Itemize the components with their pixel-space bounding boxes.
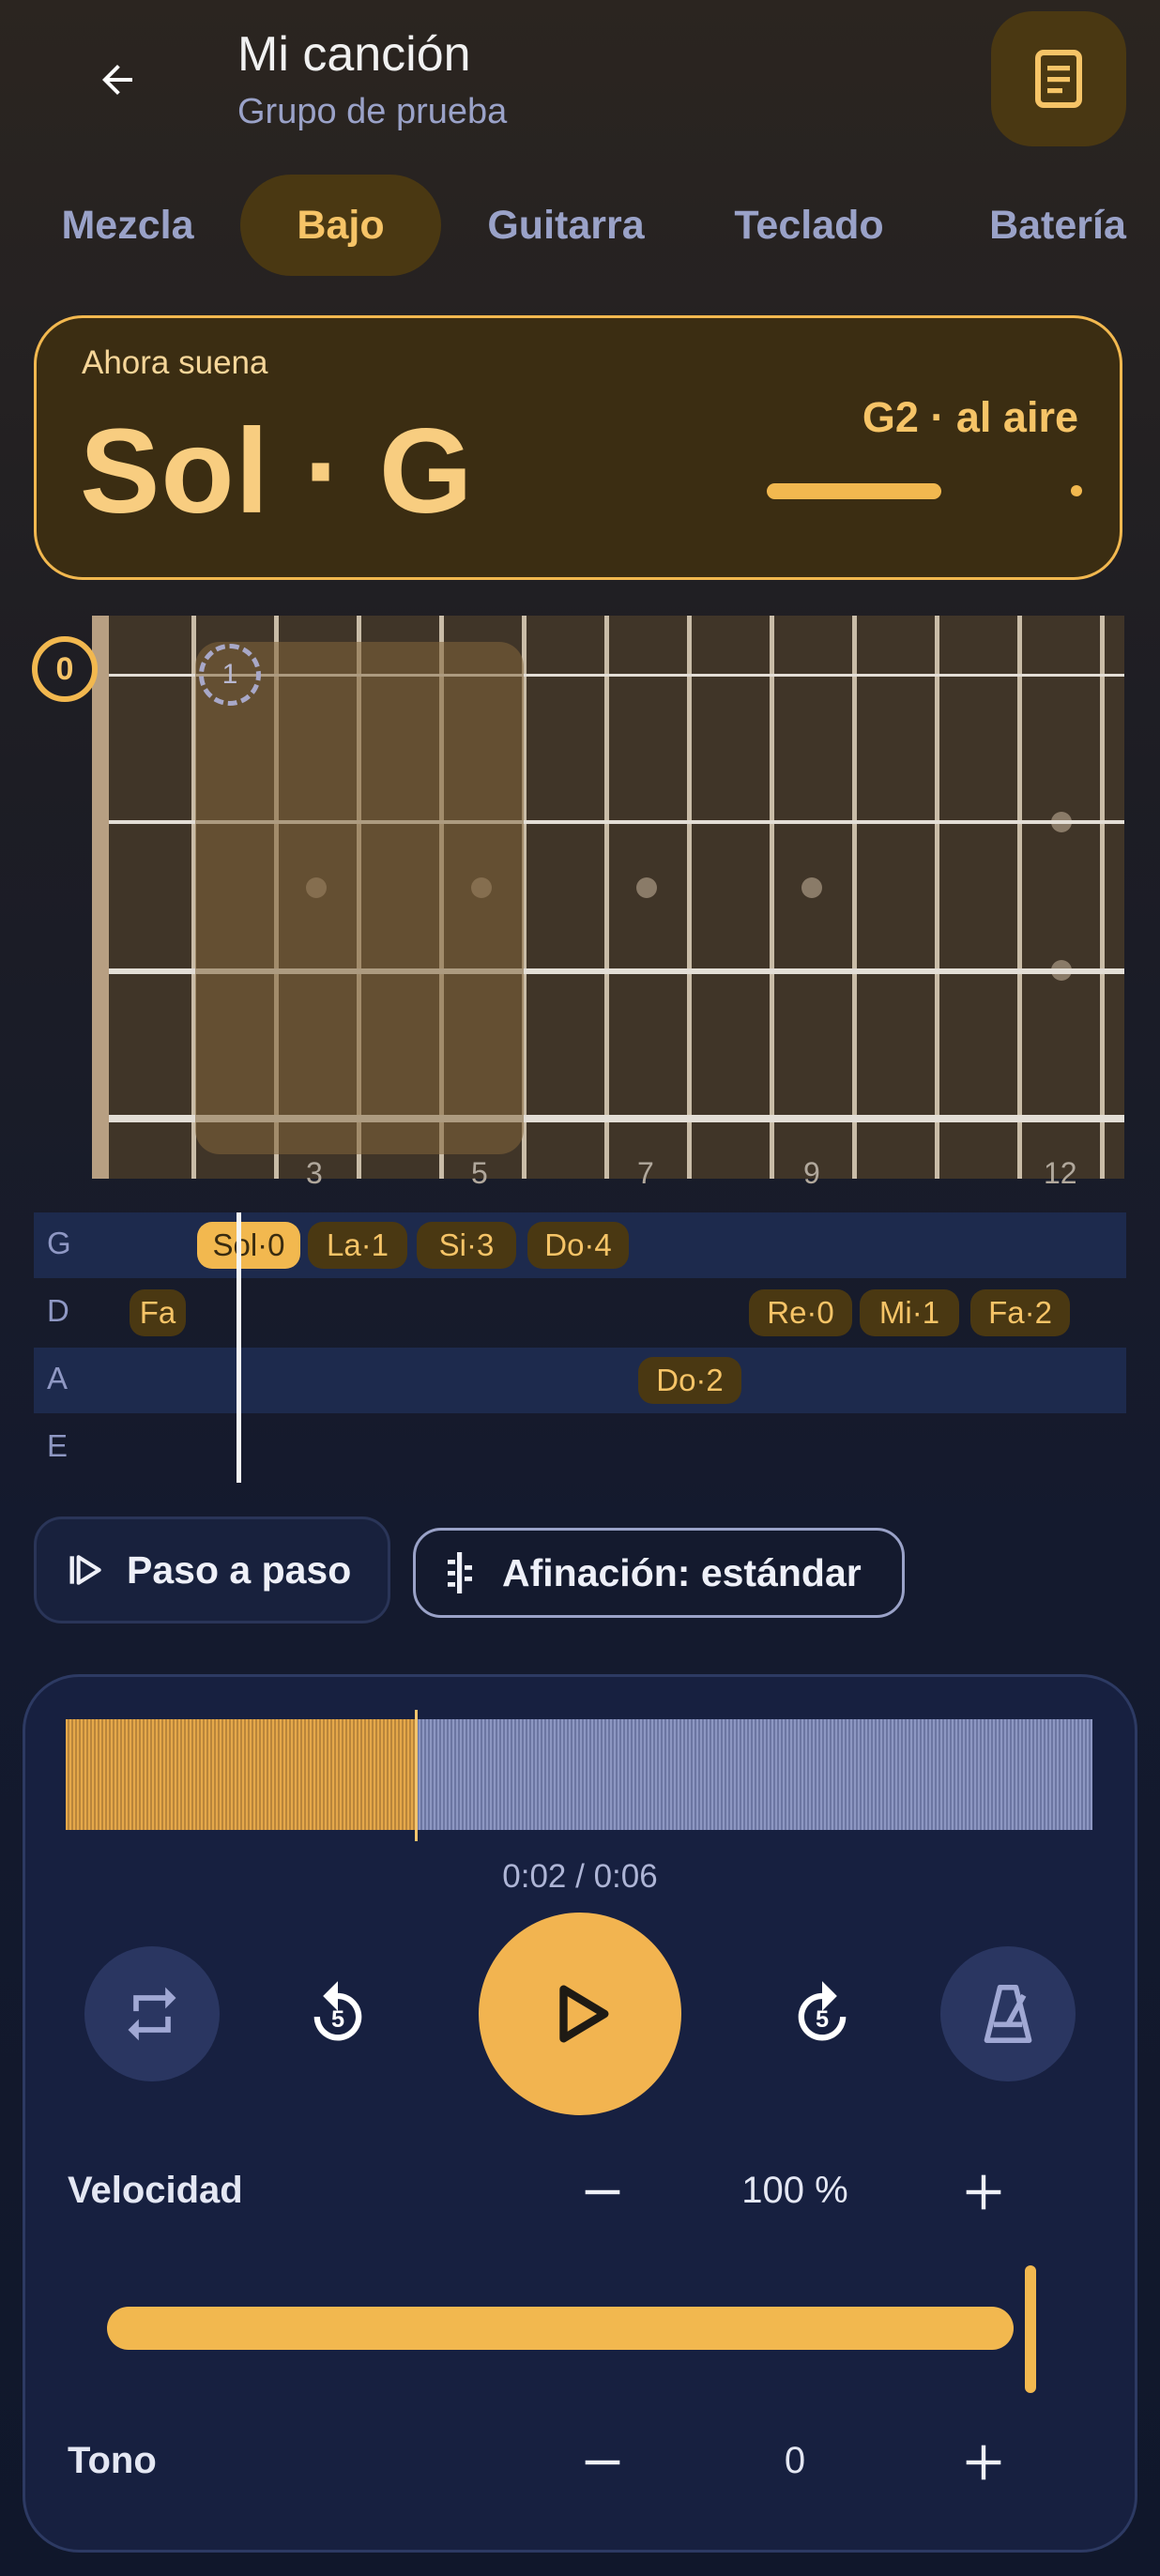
svg-text:5: 5 [331,2006,344,2033]
svg-text:5: 5 [816,2006,829,2033]
speed-value: 100 % [741,2170,848,2211]
note-chip[interactable]: Do·4 [527,1222,629,1269]
arrow-left-icon [102,65,132,95]
step-play-icon [69,1555,101,1585]
pitch-decrease-button[interactable] [565,2425,640,2500]
tab-playhead[interactable] [237,1212,241,1483]
plus-icon [966,2174,1001,2210]
pitch-label: Tono [68,2440,157,2481]
tuning-fork-icon [448,1552,472,1593]
waveform[interactable] [66,1719,1092,1830]
speed-slider-thumb[interactable] [1025,2265,1036,2393]
note-chip[interactable]: La·1 [308,1222,407,1269]
forward-5-icon: 5 [798,1981,847,2041]
fret-number: 3 [306,1156,323,1190]
fret-wire [1100,616,1105,1179]
repeat-icon [128,1987,176,2041]
waveform-played [66,1719,415,1830]
loop-button[interactable] [84,1946,220,2081]
speed-slider[interactable] [107,2307,1014,2350]
note-duration-bar [767,483,941,499]
metronome-icon [984,1984,1032,2043]
lane-string-label: A [47,1361,69,1395]
pitch-value: 0 [784,2440,806,2481]
note-chip[interactable]: Re·0 [749,1289,852,1336]
document-icon [1035,50,1082,108]
lane-string-label: E [47,1428,69,1463]
rewind-5-icon: 5 [313,1981,362,2041]
note-chip[interactable]: Do·2 [638,1357,741,1404]
now-playing-card: Ahora suena Sol · G G2 · al aire [34,315,1122,580]
note-chip[interactable]: Fa·2 [970,1289,1070,1336]
playback-time: 0:02 / 0:06 [502,1858,658,1895]
tuning-button[interactable]: Afinación: estándar [413,1528,905,1618]
current-chord: Sol · G [80,404,474,539]
sheet-button[interactable] [991,11,1126,146]
back-button[interactable] [83,45,152,114]
position-highlight [195,642,524,1154]
note-chip[interactable]: Fa [130,1289,186,1336]
next-note-marker: 1 [199,644,261,706]
now-playing-label: Ahora suena [82,344,268,381]
song-title: Mi canción [237,27,471,82]
tab-bajo[interactable]: Bajo [240,175,441,276]
fret-wire [604,616,609,1179]
instrument-tabs: Mezcla Bajo Guitarra Teclado Batería [0,175,1160,278]
fret-number: 9 [803,1156,820,1190]
speed-increase-button[interactable] [946,2155,1021,2230]
fret-wire [1017,616,1022,1179]
fret-wire [852,616,857,1179]
tab-lane-e: E [34,1415,1126,1481]
tab-lane-d: D Fa Re·0 Mi·1 Fa·2 [34,1280,1126,1346]
rewind-5-button[interactable]: 5 [293,1969,383,2059]
fret-number: 7 [637,1156,654,1190]
metronome-button[interactable] [940,1946,1076,2081]
fret-number: 12 [1044,1156,1077,1190]
waveform-remaining [415,1719,1092,1830]
tab-lane-g: G Sol·0 La·1 Si·3 Do·4 [34,1212,1126,1278]
speed-label: Velocidad [68,2170,243,2211]
fret-wire [687,616,692,1179]
fret-number: 5 [471,1156,488,1190]
lane-string-label: G [47,1226,71,1260]
note-dot [1071,485,1082,496]
step-by-step-label: Paso a paso [127,1547,352,1592]
step-by-step-button[interactable]: Paso a paso [34,1517,390,1623]
tab-bateria[interactable]: Batería [961,175,1154,276]
waveform-cursor[interactable] [415,1710,418,1841]
lane-string-label: D [47,1293,69,1328]
fret-inlay [636,877,657,898]
plus-icon [966,2445,1001,2480]
current-note: G2 · al aire [862,393,1078,441]
fret-wire [770,616,774,1179]
nut [92,616,109,1179]
tab-guitarra[interactable]: Guitarra [467,175,664,276]
tab-teclado[interactable]: Teclado [715,175,903,276]
note-chip[interactable]: Sol·0 [197,1222,300,1269]
play-button[interactable] [479,1913,681,2115]
minus-icon [585,2460,620,2465]
fret-inlay [801,877,822,898]
forward-5-button[interactable]: 5 [777,1969,867,2059]
pitch-increase-button[interactable] [946,2425,1021,2500]
speed-decrease-button[interactable] [565,2155,640,2230]
fret-wire [935,616,939,1179]
band-subtitle: Grupo de prueba [237,92,508,131]
play-icon [559,1985,609,2043]
tab-mezcla[interactable]: Mezcla [34,175,221,276]
note-chip[interactable]: Si·3 [417,1222,516,1269]
tab-lane-a: A Do·2 [34,1348,1126,1413]
tuning-label: Afinación: estándar [502,1550,862,1594]
open-string-marker[interactable]: 0 [32,636,98,702]
note-chip[interactable]: Mi·1 [860,1289,959,1336]
minus-icon [585,2189,620,2195]
